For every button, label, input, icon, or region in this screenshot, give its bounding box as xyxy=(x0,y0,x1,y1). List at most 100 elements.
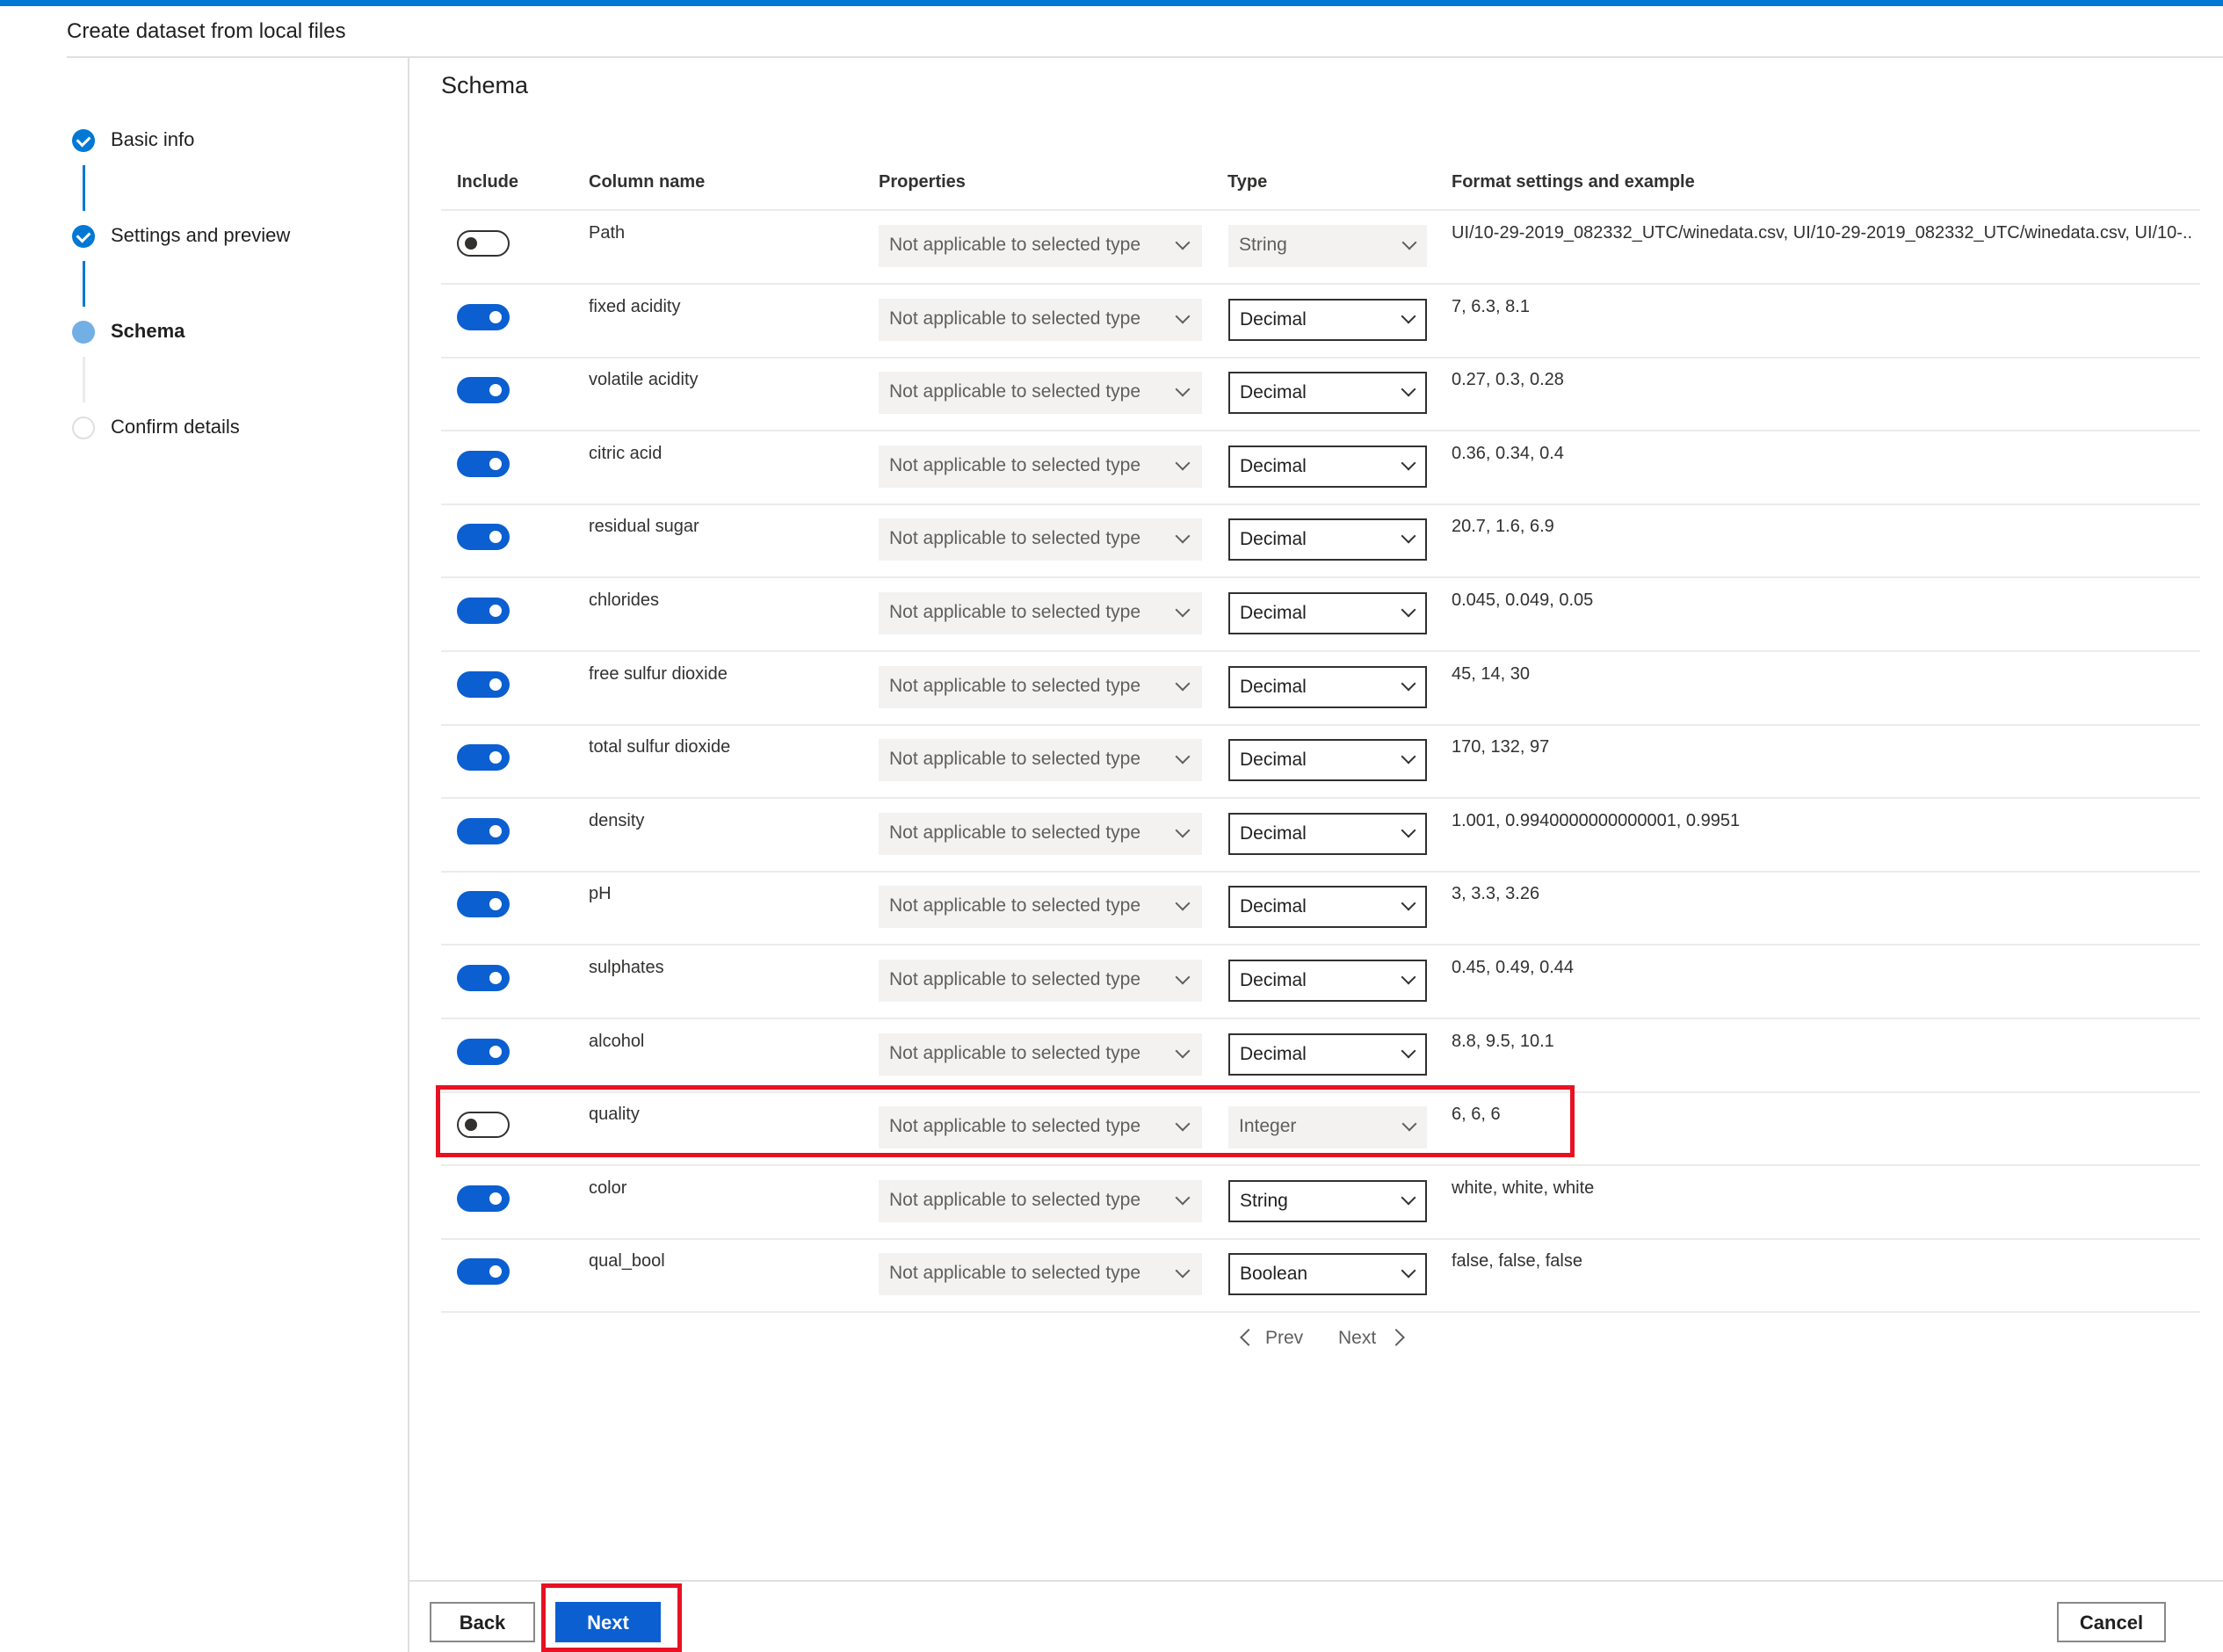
properties-dropdown[interactable]: Not applicable to selected type xyxy=(879,960,1202,1002)
include-toggle[interactable] xyxy=(457,598,510,624)
column-name: citric acid xyxy=(589,444,663,463)
type-dropdown[interactable]: Decimal xyxy=(1228,1033,1427,1076)
type-value: Boolean xyxy=(1240,1264,1308,1284)
type-dropdown[interactable]: Decimal xyxy=(1228,372,1427,414)
properties-dropdown[interactable]: Not applicable to selected type xyxy=(879,446,1202,488)
properties-dropdown[interactable]: Not applicable to selected type xyxy=(879,1180,1202,1222)
include-toggle[interactable] xyxy=(457,377,510,403)
type-value: Decimal xyxy=(1240,1044,1307,1064)
include-toggle[interactable] xyxy=(457,1039,510,1065)
type-dropdown[interactable]: String xyxy=(1228,225,1427,267)
type-value: Decimal xyxy=(1240,529,1307,549)
chevron-down-icon xyxy=(1401,381,1416,397)
cancel-button[interactable]: Cancel xyxy=(2057,1602,2166,1642)
include-toggle[interactable] xyxy=(457,965,510,991)
include-toggle[interactable] xyxy=(457,451,510,477)
pending-step-dot-icon xyxy=(72,417,95,439)
table-row: total sulfur dioxide Not applicable to se… xyxy=(441,725,2200,799)
type-dropdown[interactable]: Decimal xyxy=(1228,886,1427,928)
top-accent-bar xyxy=(0,0,2223,6)
properties-value: Not applicable to selected type xyxy=(889,895,1141,916)
include-toggle[interactable] xyxy=(457,524,510,550)
chevron-right-icon[interactable] xyxy=(1387,1329,1405,1346)
properties-value: Not applicable to selected type xyxy=(889,749,1141,769)
type-value: Decimal xyxy=(1240,677,1307,697)
chevron-down-icon xyxy=(1401,235,1417,250)
format-example: 0.45, 0.49, 0.44 xyxy=(1452,958,1575,977)
type-dropdown[interactable]: Decimal xyxy=(1228,299,1427,341)
toggle-knob xyxy=(489,1192,502,1205)
column-name: alcohol xyxy=(589,1032,645,1051)
format-example: white, white, white xyxy=(1452,1178,1595,1198)
type-dropdown[interactable]: Boolean xyxy=(1228,1253,1427,1295)
chevron-down-icon xyxy=(1401,528,1416,544)
chevron-down-icon xyxy=(1175,895,1191,911)
chevron-down-icon xyxy=(1401,455,1416,471)
toggle-knob xyxy=(489,458,502,470)
type-dropdown[interactable]: Decimal xyxy=(1228,666,1427,708)
chevron-down-icon xyxy=(1175,455,1191,471)
next-page-button[interactable]: Next xyxy=(1338,1328,1376,1349)
type-dropdown[interactable]: Decimal xyxy=(1228,446,1427,488)
column-name: total sulfur dioxide xyxy=(589,737,731,757)
chevron-down-icon xyxy=(1401,895,1416,911)
properties-dropdown[interactable]: Not applicable to selected type xyxy=(879,299,1202,341)
chevron-left-icon[interactable] xyxy=(1240,1329,1257,1346)
format-example: 1.001, 0.9940000000000001, 0.9951 xyxy=(1452,811,1741,830)
prev-page-button[interactable]: Prev xyxy=(1265,1328,1303,1349)
properties-dropdown[interactable]: Not applicable to selected type xyxy=(879,813,1202,855)
type-dropdown[interactable]: Decimal xyxy=(1228,518,1427,561)
step-label: Confirm details xyxy=(111,416,240,438)
wizard-steps xyxy=(0,58,408,1652)
chevron-down-icon xyxy=(1175,528,1191,544)
properties-value: Not applicable to selected type xyxy=(889,676,1141,696)
table-row: qual_bool Not applicable to selected type… xyxy=(441,1239,2200,1313)
chevron-down-icon xyxy=(1401,676,1416,692)
properties-value: Not applicable to selected type xyxy=(889,1043,1141,1063)
section-title: Schema xyxy=(441,72,529,98)
properties-dropdown[interactable]: Not applicable to selected type xyxy=(879,1033,1202,1076)
include-toggle[interactable] xyxy=(457,1185,510,1212)
include-toggle[interactable] xyxy=(457,230,510,257)
properties-dropdown[interactable]: Not applicable to selected type xyxy=(879,886,1202,928)
include-toggle[interactable] xyxy=(457,891,510,917)
properties-dropdown[interactable]: Not applicable to selected type xyxy=(879,739,1202,781)
chevron-down-icon xyxy=(1175,969,1191,985)
include-toggle[interactable] xyxy=(457,818,510,844)
include-toggle[interactable] xyxy=(457,744,510,771)
properties-value: Not applicable to selected type xyxy=(889,235,1141,255)
check-circle-icon xyxy=(72,129,95,152)
include-toggle[interactable] xyxy=(457,1258,510,1285)
properties-dropdown[interactable]: Not applicable to selected type xyxy=(879,592,1202,634)
properties-value: Not applicable to selected type xyxy=(889,381,1141,402)
properties-dropdown[interactable]: Not applicable to selected type xyxy=(879,225,1202,267)
type-dropdown[interactable]: Decimal xyxy=(1228,960,1427,1002)
column-header-column-name: Column name xyxy=(589,172,706,192)
table-row: chlorides Not applicable to selected type… xyxy=(441,578,2200,652)
back-button[interactable]: Back xyxy=(430,1602,535,1642)
properties-dropdown[interactable]: Not applicable to selected type xyxy=(879,1253,1202,1295)
toggle-knob xyxy=(489,898,502,910)
toggle-knob xyxy=(489,1046,502,1058)
properties-dropdown[interactable]: Not applicable to selected type xyxy=(879,518,1202,561)
type-dropdown[interactable]: Decimal xyxy=(1228,592,1427,634)
properties-value: Not applicable to selected type xyxy=(889,602,1141,622)
column-header-format: Format settings and example xyxy=(1452,172,1695,192)
properties-dropdown[interactable]: Not applicable to selected type xyxy=(879,372,1202,414)
type-dropdown[interactable]: Decimal xyxy=(1228,739,1427,781)
format-example: 7, 6.3, 8.1 xyxy=(1452,297,1530,316)
table-row: density Not applicable to selected type De… xyxy=(441,799,2200,873)
chevron-down-icon xyxy=(1401,1190,1416,1206)
properties-dropdown[interactable]: Not applicable to selected type xyxy=(879,666,1202,708)
type-dropdown[interactable]: Decimal xyxy=(1228,813,1427,855)
chevron-down-icon xyxy=(1175,308,1191,324)
type-dropdown[interactable]: String xyxy=(1228,1180,1427,1222)
type-value: Decimal xyxy=(1240,970,1307,990)
toggle-knob xyxy=(489,311,502,323)
column-name: color xyxy=(589,1178,627,1198)
column-name: fixed acidity xyxy=(589,297,681,316)
column-name: chlorides xyxy=(589,591,660,610)
include-toggle[interactable] xyxy=(457,671,510,698)
include-toggle[interactable] xyxy=(457,304,510,330)
properties-value: Not applicable to selected type xyxy=(889,969,1141,989)
